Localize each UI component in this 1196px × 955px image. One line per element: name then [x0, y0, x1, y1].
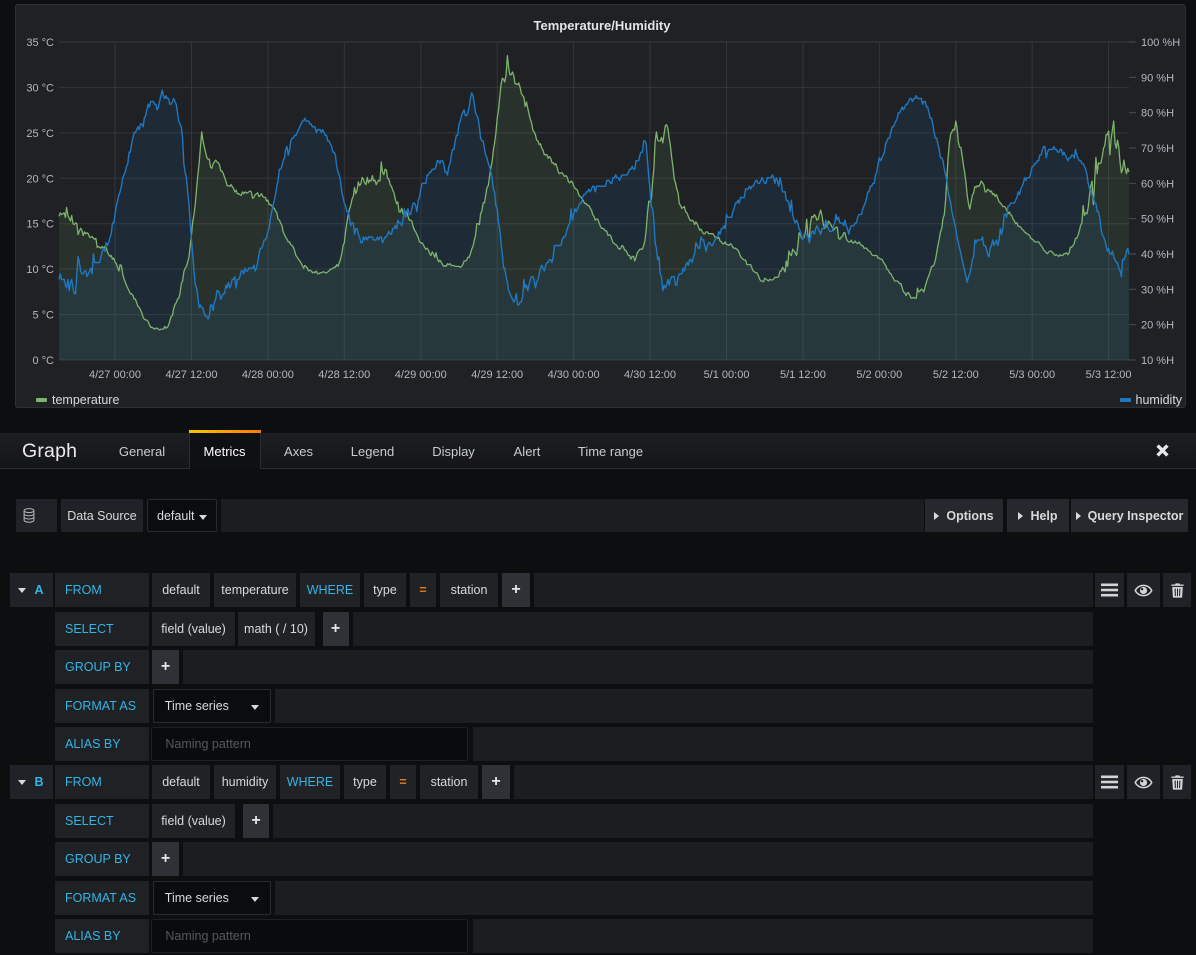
svg-text:0 °C: 0 °C [32, 355, 54, 367]
svg-text:80 %H: 80 %H [1141, 108, 1174, 120]
svg-text:50 %H: 50 %H [1141, 214, 1174, 226]
svg-text:35 °C: 35 °C [26, 37, 54, 49]
svg-text:4/28 12:00: 4/28 12:00 [318, 369, 370, 381]
svg-text:4/30 12:00: 4/30 12:00 [624, 369, 676, 381]
svg-text:100 %H: 100 %H [1141, 37, 1180, 49]
svg-text:4/28 00:00: 4/28 00:00 [242, 369, 294, 381]
svg-text:5/1 00:00: 5/1 00:00 [704, 369, 750, 381]
svg-text:25 °C: 25 °C [26, 128, 54, 140]
svg-text:5/1 12:00: 5/1 12:00 [780, 369, 826, 381]
svg-text:40 %H: 40 %H [1141, 249, 1174, 261]
svg-text:10 %H: 10 %H [1141, 355, 1174, 367]
svg-text:4/27 00:00: 4/27 00:00 [89, 369, 141, 381]
svg-text:4/29 12:00: 4/29 12:00 [471, 369, 523, 381]
svg-text:5 °C: 5 °C [32, 310, 54, 322]
svg-text:Temperature/Humidity: Temperature/Humidity [533, 18, 671, 33]
svg-text:4/30 00:00: 4/30 00:00 [548, 369, 600, 381]
svg-text:20 °C: 20 °C [26, 173, 54, 185]
svg-text:70 %H: 70 %H [1141, 143, 1174, 155]
svg-text:5/3 12:00: 5/3 12:00 [1086, 369, 1132, 381]
svg-text:15 °C: 15 °C [26, 219, 54, 231]
svg-text:4/29 00:00: 4/29 00:00 [395, 369, 447, 381]
svg-text:5/2 12:00: 5/2 12:00 [933, 369, 979, 381]
svg-text:60 %H: 60 %H [1141, 178, 1174, 190]
svg-text:10 °C: 10 °C [26, 264, 54, 276]
svg-text:90 %H: 90 %H [1141, 72, 1174, 84]
svg-text:20 %H: 20 %H [1141, 320, 1174, 332]
svg-text:4/27 12:00: 4/27 12:00 [166, 369, 218, 381]
svg-text:30 °C: 30 °C [26, 82, 54, 94]
svg-text:5/2 00:00: 5/2 00:00 [856, 369, 902, 381]
svg-text:5/3 00:00: 5/3 00:00 [1009, 369, 1055, 381]
svg-text:30 %H: 30 %H [1141, 284, 1174, 296]
